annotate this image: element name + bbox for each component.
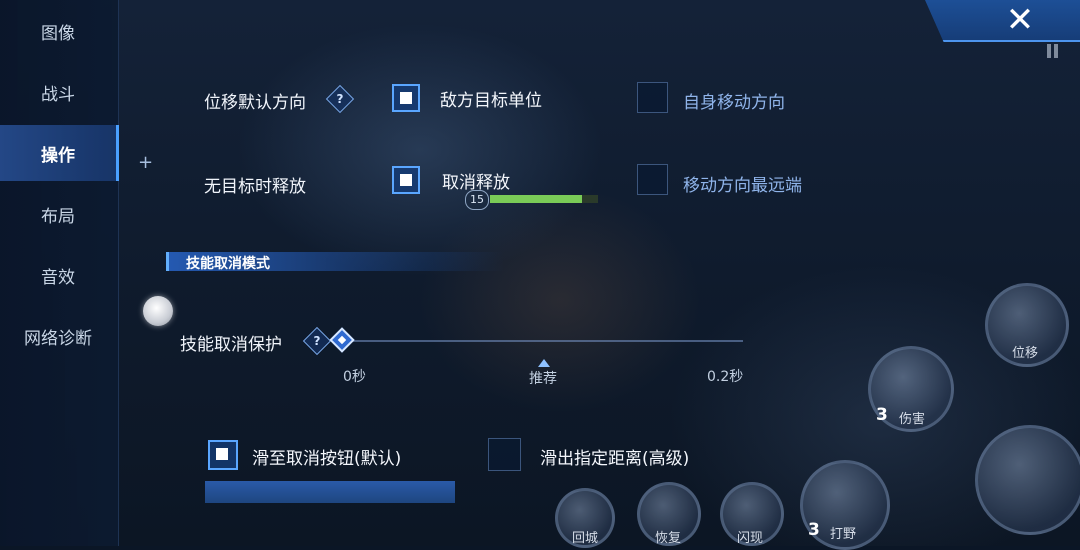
slider-recommended-label: 推荐 <box>529 371 557 387</box>
checkbox-self-move-direction[interactable] <box>637 82 668 113</box>
option-self-move-direction-label: 自身移动方向 <box>683 93 785 113</box>
skill-label-dash: 位移 <box>1012 346 1039 361</box>
sidebar-item-layout[interactable]: 布局 <box>0 186 116 242</box>
recommended-marker-icon <box>538 359 550 367</box>
skill-button-attack[interactable] <box>975 425 1080 535</box>
plus-icon: + <box>138 152 154 173</box>
skill-label-flash: 闪现 <box>737 531 764 546</box>
displacement-direction-label: 位移默认方向 <box>204 93 306 113</box>
cancel-protection-label: 技能取消保护 <box>180 335 282 355</box>
checkbox-slide-out-distance[interactable] <box>488 438 521 471</box>
sidebar-item-network[interactable]: 网络诊断 <box>0 308 116 364</box>
hero-hp-fill <box>490 195 582 203</box>
help-glyph: ? <box>313 334 321 348</box>
checkbox-farthest-move-direction[interactable] <box>637 164 668 195</box>
checkbox-cancel-release[interactable] <box>392 166 420 194</box>
sidebar-item-graphics[interactable]: 图像 <box>0 3 116 59</box>
skill-label-jungle: 打野 <box>830 527 857 542</box>
cancel-protection-slider-track[interactable] <box>345 340 743 342</box>
floating-assist-button[interactable] <box>143 296 173 326</box>
skill-count-jungle: 3 <box>808 520 820 540</box>
pause-icon[interactable] <box>1046 44 1060 58</box>
close-button[interactable]: ✕ <box>998 0 1042 40</box>
close-icon: ✕ <box>1005 0 1035 40</box>
slider-max-label: 0.2秒 <box>707 369 744 385</box>
skill-label-damage: 伤害 <box>899 412 926 427</box>
option-enemy-target-label: 敌方目标单位 <box>440 91 542 111</box>
sidebar-item-label: 战斗 <box>41 84 75 105</box>
skill-label-recall: 回城 <box>572 531 599 546</box>
sidebar-item-combat[interactable]: 战斗 <box>0 64 116 120</box>
settings-sidebar: 图像 战斗 操作 布局 音效 网络诊断 <box>0 0 119 546</box>
help-glyph: ? <box>336 92 344 106</box>
sidebar-item-label: 图像 <box>41 23 75 44</box>
sidebar-item-sound[interactable]: 音效 <box>0 247 116 303</box>
sidebar-item-label: 网络诊断 <box>24 328 92 349</box>
sidebar-item-label: 音效 <box>41 267 75 288</box>
slider-min-label: 0秒 <box>343 369 366 385</box>
no-target-release-label: 无目标时释放 <box>204 177 306 197</box>
checkbox-slide-to-cancel[interactable] <box>208 440 238 470</box>
cancel-mode-preview-panel <box>205 481 455 503</box>
sidebar-item-controls[interactable]: 操作 <box>0 125 119 181</box>
hero-level-badge: 15 <box>465 190 489 210</box>
section-title: 技能取消模式 <box>186 256 270 272</box>
option-farthest-move-direction-label: 移动方向最远端 <box>683 176 802 196</box>
hero-hp-bar <box>490 195 598 203</box>
sidebar-item-label: 操作 <box>41 145 75 166</box>
checkbox-enemy-target[interactable] <box>392 84 420 112</box>
option-slide-out-distance-label: 滑出指定距离(高级) <box>540 449 690 469</box>
skill-label-heal: 恢复 <box>655 531 682 546</box>
option-cancel-release-label: 取消释放 <box>442 173 510 193</box>
sidebar-item-label: 布局 <box>41 206 75 227</box>
option-slide-to-cancel-label: 滑至取消按钮(默认) <box>252 449 402 469</box>
skill-count-damage: 3 <box>876 405 888 425</box>
